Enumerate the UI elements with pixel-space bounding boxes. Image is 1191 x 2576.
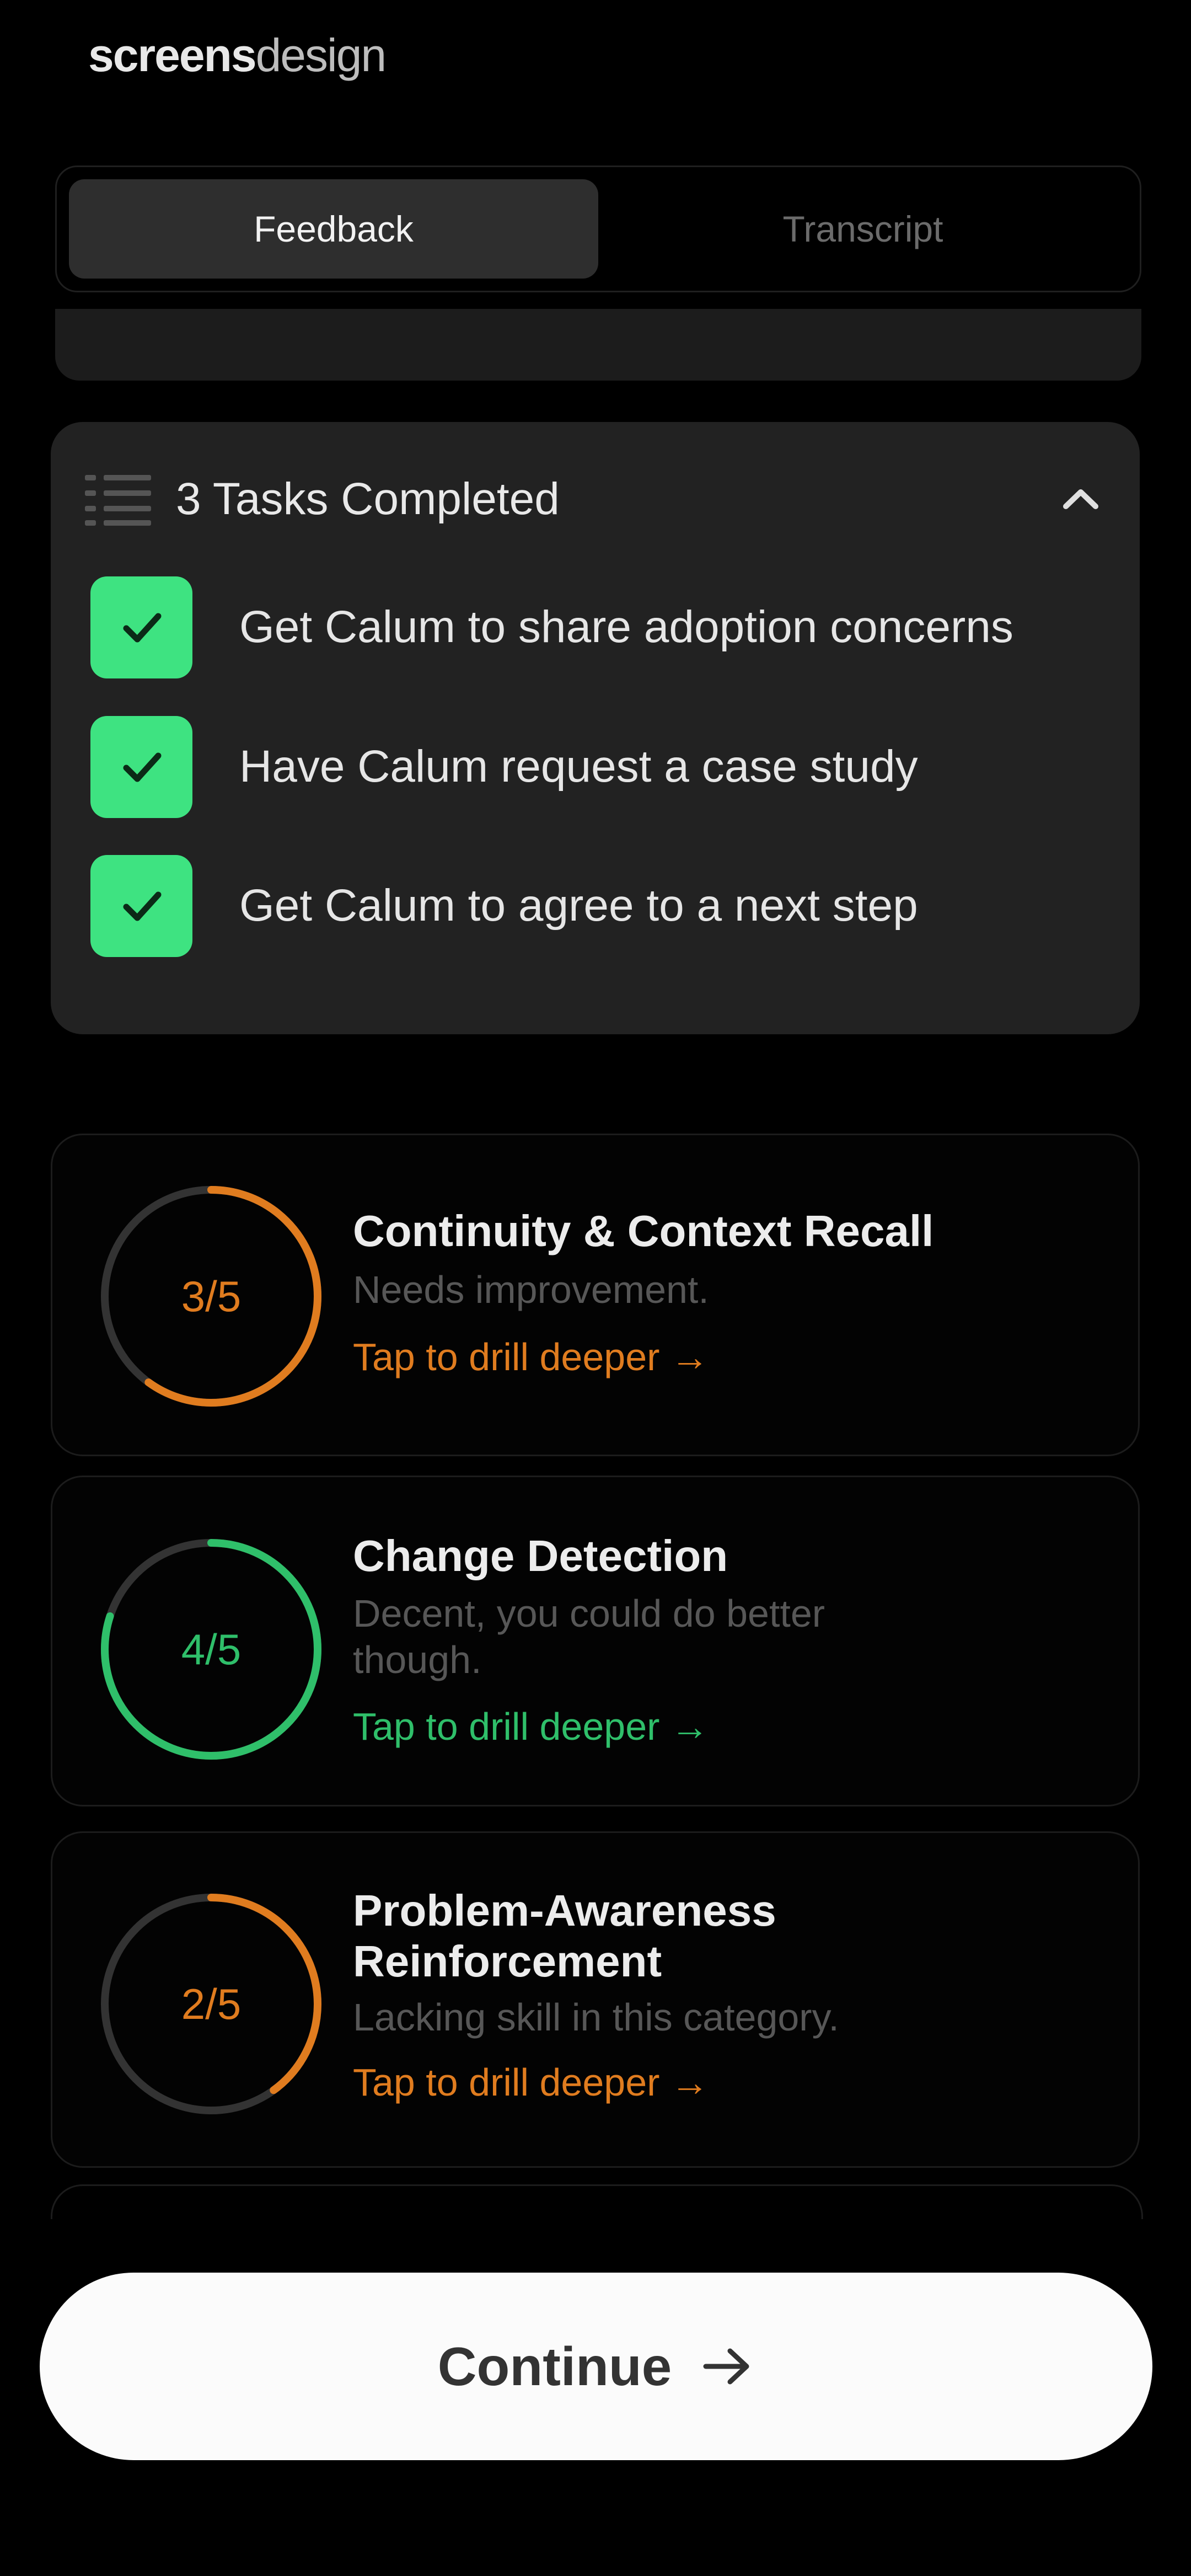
metric-card[interactable]: 2/5 Problem-Awareness Reinforcement Lack… — [51, 1831, 1140, 2168]
score-text: 4/5 — [181, 1624, 242, 1674]
brand-logo: screensdesign — [88, 29, 387, 82]
task-item: Get Calum to share adoption concerns — [90, 575, 1013, 680]
metric-title: Change Detection — [353, 1531, 728, 1580]
tasks-card: 3 Tasks Completed Get Calum to share ado… — [51, 422, 1140, 1034]
tab-bar: Feedback Transcript — [55, 165, 1141, 292]
chevron-up-icon[interactable] — [1056, 474, 1106, 524]
checkbox-checked[interactable] — [90, 576, 192, 678]
tab-transcript[interactable]: Transcript — [598, 179, 1128, 279]
tab-feedback[interactable]: Feedback — [69, 179, 598, 279]
previous-card-edge — [55, 309, 1141, 381]
task-label: Get Calum to agree to a next step — [239, 880, 918, 931]
checkbox-checked[interactable] — [90, 715, 192, 818]
drill-deeper-link[interactable]: Tap to drill deeper → — [353, 1703, 709, 1750]
task-item: Have Calum request a case study — [90, 714, 918, 819]
task-label: Get Calum to share adoption concerns — [239, 602, 1013, 652]
checkbox-checked[interactable] — [90, 854, 192, 957]
metric-card[interactable]: 3/5 Continuity & Context Recall Needs im… — [51, 1134, 1140, 1456]
score-text: 3/5 — [181, 1271, 242, 1321]
drill-deeper-link[interactable]: Tap to drill deeper → — [353, 2059, 709, 2105]
metric-description: Lacking skill in this category. — [353, 1996, 839, 2039]
metric-title: Continuity & Context Recall — [353, 1206, 934, 1255]
arrow-right-icon — [703, 2348, 749, 2385]
task-label: Have Calum request a case study — [239, 741, 918, 792]
metric-title: Problem-Awareness Reinforcement — [353, 1886, 776, 1986]
tasks-header[interactable]: 3 Tasks Completed — [85, 466, 1106, 532]
continue-button[interactable]: Continue — [40, 2273, 1152, 2460]
task-item: Get Calum to agree to a next step — [90, 853, 918, 958]
list-icon — [85, 475, 151, 526]
check-icon — [123, 613, 161, 643]
metric-card[interactable]: 4/5 Change Detection Decent, you could d… — [51, 1476, 1140, 1807]
metric-description: Decent, you could do better though. — [353, 1592, 825, 1681]
brand-light: design — [255, 29, 387, 81]
tasks-title: 3 Tasks Completed — [176, 474, 560, 524]
check-icon — [123, 752, 161, 782]
check-icon — [123, 891, 161, 921]
brand-bold: screens — [88, 29, 257, 81]
score-text: 2/5 — [181, 1979, 242, 2028]
continue-label: Continue — [437, 2335, 672, 2397]
next-card-edge — [51, 2184, 1143, 2219]
metric-description: Needs improvement. — [353, 1268, 709, 1311]
drill-deeper-link[interactable]: Tap to drill deeper → — [353, 1334, 709, 1380]
